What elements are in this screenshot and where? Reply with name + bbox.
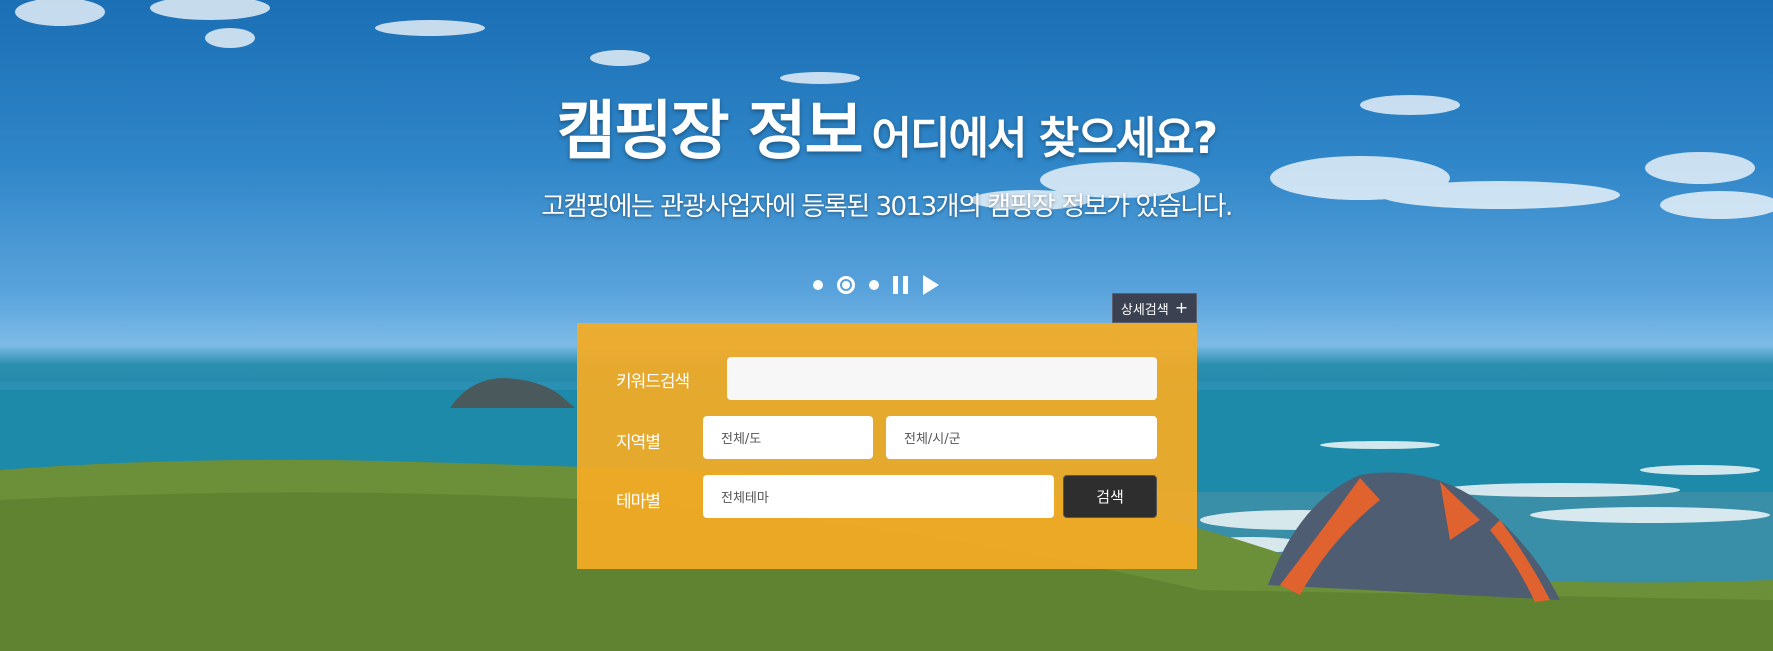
- theme-select[interactable]: 전체테마: [703, 475, 1054, 518]
- city-select-value: 전체/시/군: [904, 432, 961, 447]
- slide-dot-3[interactable]: [869, 280, 879, 290]
- slider-controls: [813, 272, 939, 298]
- province-select-value: 전체/도: [721, 432, 762, 447]
- search-panel: 키워드검색 지역별 전체/도 전체/시/군 테마별 전체테마 검색: [577, 323, 1197, 569]
- detail-search-button[interactable]: 상세검색 +: [1112, 293, 1197, 323]
- hero-titles: 캠핑장 정보 어디에서 찾으세요? 고캠핑에는 관광사업자에 등록된 3013개의…: [0, 100, 1773, 223]
- keyword-input[interactable]: [727, 357, 1157, 400]
- province-select[interactable]: 전체/도: [703, 416, 873, 459]
- search-button[interactable]: 검색: [1063, 475, 1157, 518]
- plus-icon: +: [1174, 298, 1189, 317]
- hero-title: 캠핑장 정보 어디에서 찾으세요?: [0, 100, 1773, 164]
- hero-banner: 캠핑장 정보 어디에서 찾으세요? 고캠핑에는 관광사업자에 등록된 3013개의…: [0, 0, 1773, 651]
- detail-search-label: 상세검색: [1120, 302, 1169, 318]
- theme-label: 테마별: [616, 492, 661, 512]
- region-label: 지역별: [616, 433, 661, 453]
- hero-title-light: 어디에서 찾으세요?: [871, 113, 1219, 164]
- city-select[interactable]: 전체/시/군: [886, 416, 1157, 459]
- play-icon[interactable]: [923, 275, 939, 295]
- slide-dot-2-active[interactable]: [837, 276, 855, 294]
- hero-subtitle: 고캠핑에는 관광사업자에 등록된 3013개의 캠핑장 정보가 있습니다.: [541, 192, 1233, 222]
- pause-icon[interactable]: [893, 276, 909, 294]
- hero-title-strong: 캠핑장 정보: [556, 95, 864, 169]
- slide-dot-1[interactable]: [813, 280, 823, 290]
- theme-select-value: 전체테마: [721, 491, 769, 506]
- keyword-label: 키워드검색: [616, 372, 690, 392]
